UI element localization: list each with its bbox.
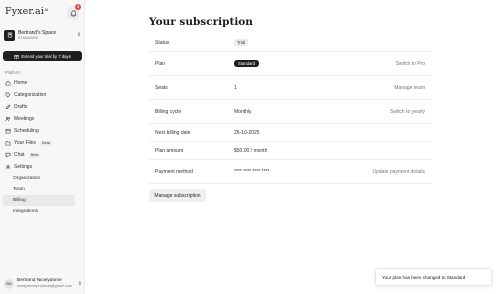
sidebar-item-meetings[interactable]: Meetings — [3, 113, 75, 125]
user-email: nicelydomeproducts@gmail.com — [17, 284, 72, 288]
sidebar-item-home[interactable]: Home — [3, 77, 75, 89]
workspace-icon — [4, 29, 15, 41]
row-plan: Plan Standard Switch to Pro — [149, 52, 432, 76]
payment-method-value: **** **** **** **** — [234, 168, 270, 175]
bell-icon — [70, 10, 76, 17]
subscription-table: Status Trial Plan Standard Switch to Pro… — [149, 34, 432, 184]
update-payment-link[interactable]: Update payment details — [372, 169, 425, 175]
sidebar-item-chat[interactable]: Chat Beta — [3, 149, 75, 161]
notification-count-badge: 3 — [75, 4, 81, 10]
sidebar-item-categorization[interactable]: Categorization — [3, 89, 75, 101]
user-menu[interactable]: BN Bertrand Nicelydome nicelydomeproduct… — [4, 277, 82, 290]
nav-section-label: Platform — [5, 70, 21, 75]
sidebar-subitem-label: Integrations — [13, 209, 39, 214]
sidebar-item-label: Chat — [14, 152, 25, 158]
calendar-icon — [5, 128, 11, 134]
sidebar-subitem-label: Team — [13, 187, 25, 192]
chevron-updown-icon: ⇕ — [76, 32, 81, 38]
extend-trial-label: Extend your trial by 7 days — [21, 53, 71, 59]
manage-team-link[interactable]: Manage team — [394, 85, 425, 91]
row-billing-cycle: Billing cycle Monthly Switch to yearly — [149, 100, 432, 124]
gift-icon — [14, 54, 20, 59]
plan-amount-value: $50.00 / month — [234, 147, 268, 154]
sidebar-item-drafts[interactable]: Drafts — [3, 101, 75, 113]
toast-message: Your plan has been changed to Standard — [382, 274, 466, 280]
pencil-icon — [5, 104, 11, 110]
row-next-billing-date: Next billing date 26-10-2025 — [149, 124, 432, 142]
sidebar-item-label: Settings — [14, 164, 33, 170]
next-billing-date-value: 26-10-2025 — [234, 129, 260, 136]
beta-badge: Beta — [40, 140, 52, 146]
sidebar-item-label: Home — [14, 80, 28, 86]
chat-icon — [5, 152, 11, 158]
row-label: Plan — [155, 60, 166, 67]
page-title: Your subscription — [149, 16, 253, 28]
row-label: Billing cycle — [155, 108, 182, 115]
status-badge: Trial — [234, 38, 248, 46]
row-status: Status Trial — [149, 34, 432, 52]
row-seats: Seats 1 Manage team — [149, 76, 432, 100]
brand-sup: AI — [44, 7, 49, 12]
people-icon — [5, 116, 11, 122]
sidebar-item-label: Scheduling — [14, 128, 39, 134]
row-payment-method: Payment method **** **** **** **** Updat… — [149, 160, 432, 184]
workspace-plan: STANDARD — [18, 35, 39, 40]
sidebar-item-label: Meetings — [14, 116, 35, 122]
avatar: BN — [4, 278, 14, 289]
tag-icon — [5, 92, 11, 98]
seats-value: 1 — [234, 84, 237, 91]
extend-trial-button[interactable]: Extend your trial by 7 days — [3, 51, 82, 61]
sidebar-subitem-integrations[interactable]: Integrations — [3, 206, 75, 217]
workspace-switcher[interactable]: Bertrand's Space STANDARD ⇕ — [4, 28, 81, 42]
row-label: Plan amount — [155, 147, 184, 154]
row-label: Payment method — [155, 168, 193, 175]
plan-badge: Standard — [234, 59, 259, 67]
row-label: Next billing date — [155, 129, 191, 136]
sidebar-subitem-label: Organization — [13, 176, 41, 181]
brand-logo[interactable]: Fyxer.aiAI — [5, 6, 48, 17]
sidebar-subitem-organization[interactable]: Organization — [3, 173, 75, 184]
chevron-updown-icon: ⇕ — [77, 280, 82, 287]
switch-to-yearly-link[interactable]: Switch to yearly — [390, 109, 425, 115]
sidebar-item-label: Categorization — [14, 92, 47, 98]
sidebar-nav: Home Categorization Drafts Meetings Sche… — [3, 77, 75, 217]
row-plan-amount: Plan amount $50.00 / month — [149, 142, 432, 160]
folder-icon — [5, 141, 11, 146]
sidebar-item-label: Drafts — [14, 104, 28, 110]
sidebar-item-label: Your Files — [14, 140, 37, 146]
billing-cycle-value: Monthly — [234, 108, 252, 115]
toast-notification: Your plan has been changed to Standard — [375, 268, 492, 286]
sidebar: Fyxer.aiAI 3 Bertrand's Space STANDARD ⇕… — [0, 0, 85, 294]
brand-name: Fyxer.ai — [5, 6, 44, 17]
sidebar-subitem-label: Billing — [13, 198, 26, 203]
row-label: Seats — [155, 84, 168, 91]
manage-subscription-button[interactable]: Manage subscription — [149, 189, 206, 202]
row-label: Status — [155, 39, 170, 46]
sidebar-item-your-files[interactable]: Your Files Beta — [3, 137, 75, 149]
beta-badge: Beta — [28, 152, 41, 158]
sidebar-subitem-billing[interactable]: Billing — [3, 195, 75, 206]
sidebar-item-scheduling[interactable]: Scheduling — [3, 125, 75, 137]
switch-to-pro-link[interactable]: Switch to Pro — [396, 61, 425, 67]
sidebar-subitem-team[interactable]: Team — [3, 184, 75, 195]
home-icon — [5, 80, 11, 86]
gear-icon — [5, 164, 11, 170]
sidebar-item-settings[interactable]: Settings — [3, 161, 75, 173]
